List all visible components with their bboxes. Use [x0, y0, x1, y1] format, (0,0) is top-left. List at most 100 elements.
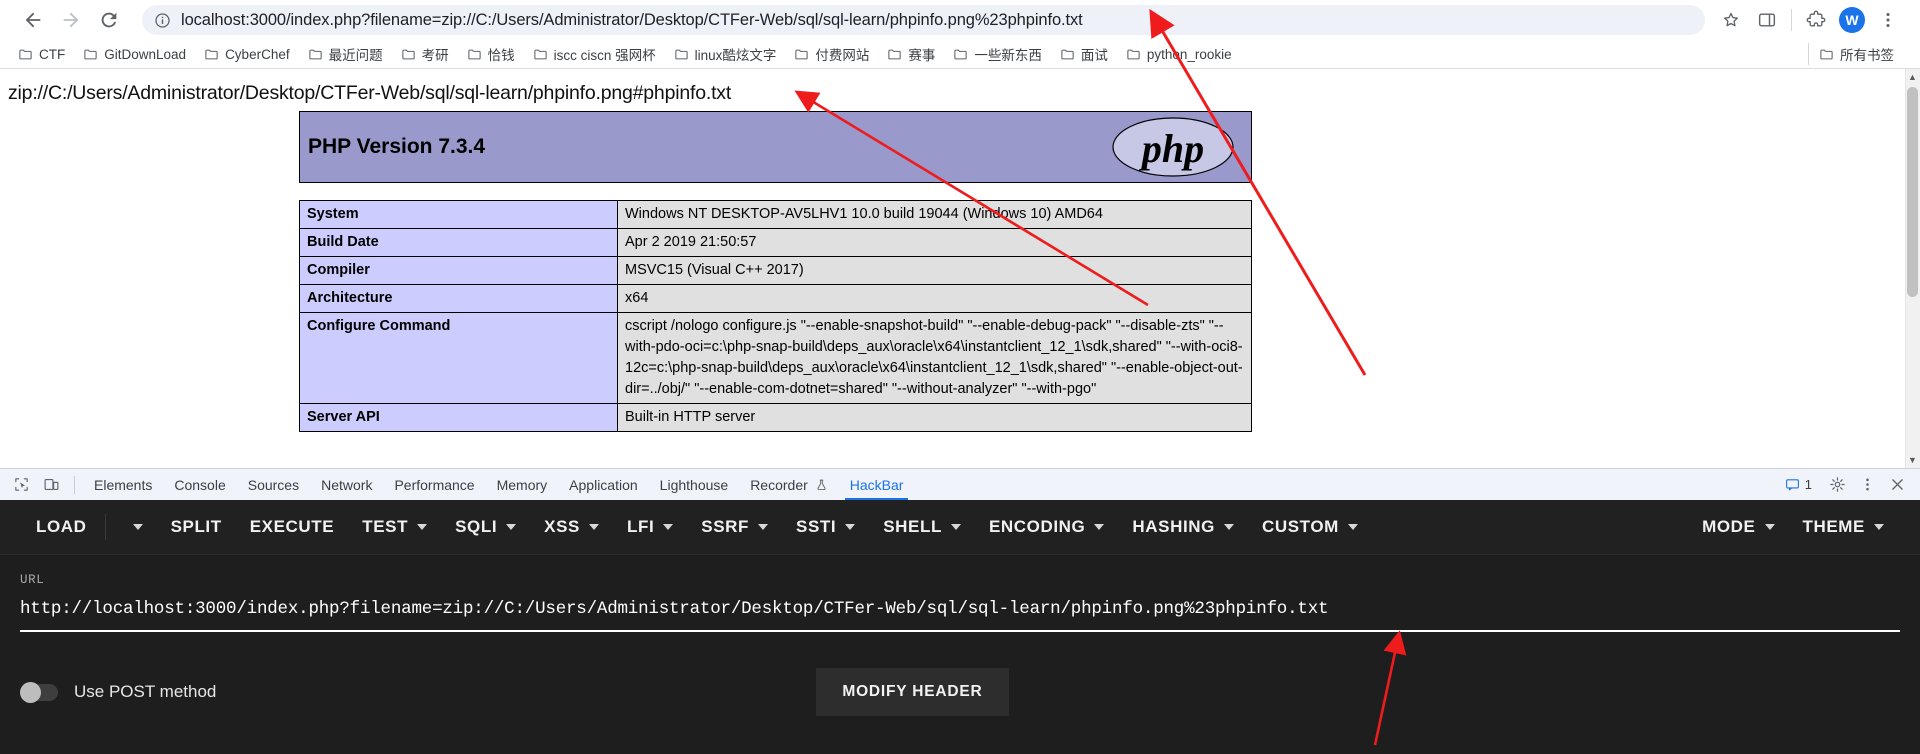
modify-header-button[interactable]: MODIFY HEADER [816, 668, 1009, 716]
tab-elements[interactable]: Elements [83, 469, 163, 500]
hackbar-load-dropdown[interactable] [110, 516, 157, 538]
chevron-down-icon [845, 524, 856, 530]
devtools-close-button[interactable] [1882, 471, 1912, 499]
bookmarks-bar: CTF GitDownLoad CyberChef 最近问题 考研 恰钱 isc… [0, 40, 1920, 68]
tab-lighthouse[interactable]: Lighthouse [649, 469, 740, 500]
phpinfo-table: System Windows NT DESKTOP-AV5LHV1 10.0 b… [299, 199, 1252, 433]
page-scrollbar[interactable]: ▲ ▼ [1905, 69, 1920, 468]
hackbar-ssrf-label: SSRF [701, 517, 750, 536]
address-bar[interactable]: localhost:3000/index.php?filename=zip://… [142, 5, 1705, 35]
hackbar-lfi-menu[interactable]: LFI [613, 509, 687, 545]
bookmark-label: python_rookie [1146, 46, 1232, 62]
devtools-settings-button[interactable] [1822, 471, 1852, 499]
back-button[interactable] [14, 1, 52, 39]
bookmark-item-9[interactable]: 赛事 [883, 41, 943, 67]
devtools-message-count[interactable]: 1 [1785, 477, 1812, 492]
hackbar-theme-menu[interactable]: THEME [1789, 509, 1899, 545]
tab-network[interactable]: Network [310, 469, 383, 500]
zip-path-text: zip://C:/Users/Administrator/Desktop/CTF… [8, 82, 732, 104]
arrow-left-icon [25, 12, 41, 28]
hackbar-url-input[interactable] [20, 599, 1900, 632]
forward-button[interactable] [52, 1, 90, 39]
scroll-down-arrow[interactable]: ▼ [1905, 452, 1920, 468]
devtools-more-button[interactable] [1852, 471, 1882, 499]
side-panel-button[interactable] [1749, 2, 1785, 38]
bookmark-item-1[interactable]: GitDownLoad [79, 44, 194, 65]
site-info-icon[interactable] [154, 12, 171, 29]
phpinfo-key: Configure Command [299, 312, 618, 405]
avatar: W [1839, 7, 1865, 33]
bookmark-item-8[interactable]: 付费网站 [790, 41, 877, 67]
chrome-menu-button[interactable] [1870, 2, 1906, 38]
tab-console[interactable]: Console [163, 469, 236, 500]
bookmark-item-2[interactable]: CyberChef [200, 44, 298, 65]
bookmark-item-3[interactable]: 最近问题 [304, 41, 391, 67]
hackbar-hashing-menu[interactable]: HASHING [1118, 509, 1248, 545]
hackbar-ssrf-menu[interactable]: SSRF [687, 509, 782, 545]
bookmark-item-7[interactable]: linux酷炫文字 [670, 41, 785, 67]
folder-icon [401, 47, 416, 62]
all-bookmarks-label: 所有书签 [1840, 48, 1894, 63]
arrow-right-icon [63, 12, 79, 28]
hackbar-sqli-label: SQLI [455, 517, 498, 536]
inspect-element-button[interactable] [6, 471, 36, 499]
address-bar-url: localhost:3000/index.php?filename=zip://… [181, 10, 1083, 29]
tab-application[interactable]: Application [558, 469, 649, 500]
hackbar-mode-menu[interactable]: MODE [1688, 509, 1788, 545]
tab-performance[interactable]: Performance [383, 469, 485, 500]
svg-text:php: php [1139, 126, 1204, 171]
all-bookmarks-button[interactable]: 所有书签 [1815, 41, 1902, 67]
hackbar-ssti-menu[interactable]: SSTI [782, 509, 869, 545]
page-scrollbar-thumb[interactable] [1907, 87, 1918, 297]
profile-button[interactable]: W [1834, 2, 1870, 38]
table-row: Compiler MSVC15 (Visual C++ 2017) [299, 256, 1252, 286]
folder-icon [204, 47, 219, 62]
flask-icon [815, 478, 828, 492]
hackbar-shell-label: SHELL [883, 517, 942, 536]
bookmark-item-12[interactable]: python_rookie [1122, 44, 1240, 65]
bookmark-item-11[interactable]: 面试 [1056, 41, 1116, 67]
phpinfo-value: Apr 2 2019 21:50:57 [617, 228, 1252, 258]
bookmark-label: 恰钱 [487, 48, 515, 63]
toggle-knob [20, 681, 41, 703]
chevron-down-icon [1764, 524, 1775, 530]
bookmark-label: 一些新东西 [974, 48, 1042, 63]
scroll-up-arrow[interactable]: ▲ [1905, 69, 1920, 85]
tab-memory[interactable]: Memory [486, 469, 559, 500]
phpinfo-key: Server API [299, 403, 618, 433]
phpinfo-document: PHP Version 7.3.4 php System Windows NT … [299, 111, 1252, 433]
bookmark-item-0[interactable]: CTF [14, 44, 73, 65]
folder-icon [308, 47, 323, 62]
chevron-down-icon [1874, 524, 1884, 530]
bookmark-item-5[interactable]: 恰钱 [463, 41, 523, 67]
device-toolbar-button[interactable] [36, 471, 66, 499]
tab-recorder[interactable]: Recorder [739, 469, 839, 500]
hackbar-split-button[interactable]: SPLIT [157, 509, 236, 545]
chevron-down-icon [758, 524, 769, 530]
bookmark-item-4[interactable]: 考研 [397, 41, 457, 67]
toggle-track[interactable] [20, 681, 58, 703]
hackbar-xss-menu[interactable]: XSS [530, 509, 613, 545]
reload-button[interactable] [90, 1, 128, 39]
hackbar-custom-menu[interactable]: CUSTOM [1248, 509, 1372, 545]
use-post-method-toggle[interactable]: Use POST method [20, 681, 216, 703]
bookmark-item-10[interactable]: 一些新东西 [949, 41, 1050, 67]
extensions-button[interactable] [1798, 2, 1834, 38]
hackbar-panel: LOAD SPLIT EXECUTE TEST SQLI XSS LFI SSR… [0, 500, 1920, 754]
hackbar-shell-menu[interactable]: SHELL [869, 509, 975, 545]
hackbar-execute-button[interactable]: EXECUTE [236, 509, 349, 545]
bookmark-star-button[interactable] [1713, 2, 1749, 38]
bookmark-label: iscc ciscn 强网杯 [553, 48, 656, 63]
hackbar-test-menu[interactable]: TEST [348, 509, 441, 545]
hackbar-sqli-menu[interactable]: SQLI [441, 509, 530, 545]
folder-icon [467, 47, 482, 62]
phpinfo-value: cscript /nologo configure.js "--enable-s… [617, 312, 1252, 405]
three-dot-menu-icon [1865, 478, 1869, 491]
hackbar-encoding-menu[interactable]: ENCODING [975, 509, 1118, 545]
tab-hackbar[interactable]: HackBar [839, 469, 915, 500]
tab-sources[interactable]: Sources [237, 469, 310, 500]
hackbar-load-button[interactable]: LOAD [22, 509, 101, 545]
bookmark-label: 考研 [421, 48, 449, 63]
folder-icon [83, 47, 98, 62]
bookmark-item-6[interactable]: iscc ciscn 强网杯 [529, 41, 664, 67]
